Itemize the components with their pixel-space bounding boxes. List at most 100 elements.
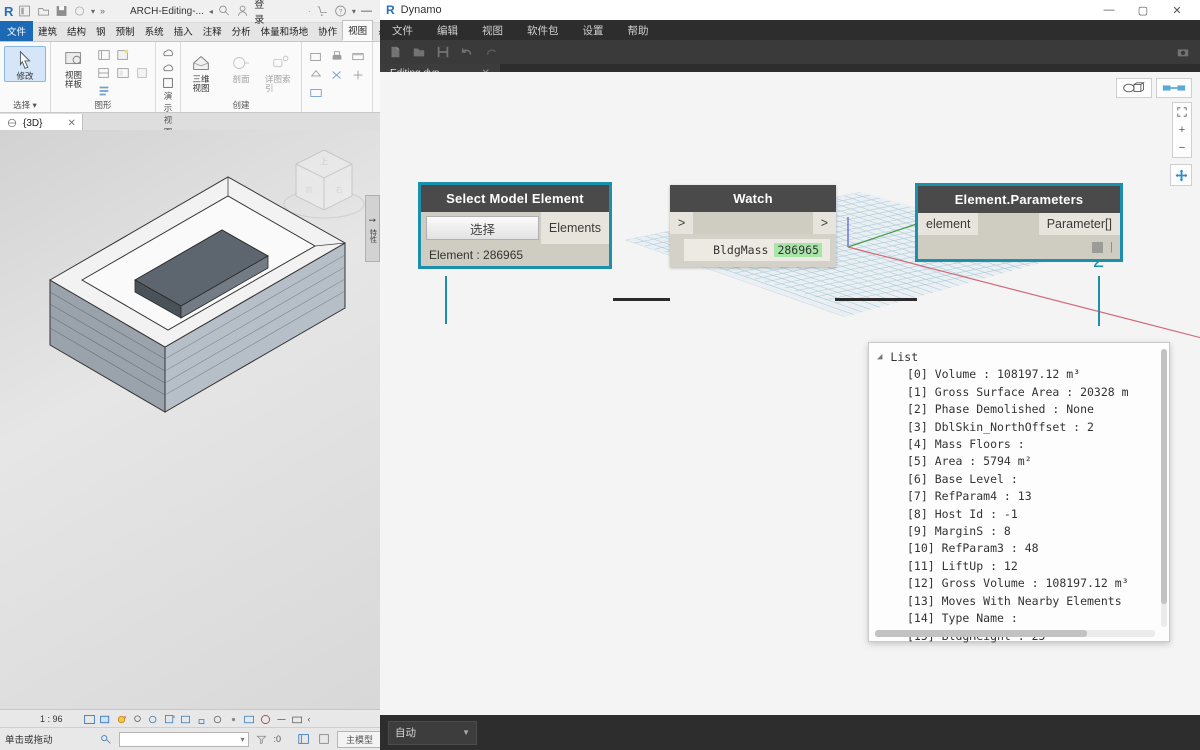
ribbon-tab-8[interactable]: 分析 <box>227 22 256 41</box>
maximize-button[interactable]: ▢ <box>1126 0 1160 20</box>
detail-level-icon[interactable] <box>83 713 96 726</box>
legend-icon[interactable] <box>306 84 326 101</box>
new-file-icon[interactable] <box>388 45 402 59</box>
building-mass-model[interactable] <box>10 140 370 440</box>
input-port[interactable]: > <box>670 212 693 234</box>
ribbon-tab-9[interactable]: 体量和场地 <box>256 22 314 41</box>
output-port[interactable]: > <box>813 212 836 234</box>
list-vertical-scroll-thumb[interactable] <box>1161 349 1167 604</box>
menu-item-5[interactable]: 帮助 <box>616 21 661 40</box>
save-icon[interactable] <box>55 4 68 18</box>
help-icon[interactable]: ? <box>334 4 347 18</box>
menu-item-0[interactable]: 文件 <box>380 21 425 40</box>
thin-lines-icon[interactable] <box>95 64 113 81</box>
zoom-fit-button[interactable] <box>1173 103 1191 121</box>
canvas-pan-button[interactable] <box>1170 164 1192 186</box>
home-icon[interactable] <box>18 4 31 18</box>
cloud-2-icon[interactable] <box>160 61 176 75</box>
ribbon-tab-2[interactable]: 结构 <box>62 22 91 41</box>
render-icon[interactable] <box>133 64 151 81</box>
select-button[interactable]: 选择 <box>426 216 539 240</box>
elevation-icon[interactable] <box>306 66 326 83</box>
input-port-element[interactable]: element <box>918 213 978 235</box>
view-template-button[interactable]: 视图 样板 <box>55 46 92 89</box>
menu-item-1[interactable]: 编辑 <box>425 21 470 40</box>
output-port-parameter-array[interactable]: Parameter[] <box>1039 213 1120 235</box>
frame-icon[interactable] <box>160 76 176 90</box>
revit-3d-viewport[interactable]: 上 前 右 <box>0 130 380 710</box>
active-design-option[interactable]: 主模型 <box>337 731 380 748</box>
constraints-icon[interactable] <box>275 713 288 726</box>
list-preview-panel[interactable]: ◢ List [0] Volume : 108197.12 m³[1] Gros… <box>868 342 1170 642</box>
camera-icon[interactable] <box>1176 45 1190 59</box>
modify-button[interactable]: 修改 <box>4 46 46 82</box>
ribbon-tab-3[interactable]: 钢 <box>91 22 111 41</box>
revit-properties-collapsed-panel[interactable]: ➙ 特性 <box>365 195 380 262</box>
user-icon[interactable] <box>236 4 249 18</box>
section-button[interactable]: 剖面 <box>225 50 257 84</box>
qat-more-icon[interactable]: » <box>100 6 105 16</box>
open-folder-icon[interactable] <box>412 45 426 59</box>
node-watch[interactable]: Watch > > BldgMass 286965 <box>670 185 836 267</box>
crop-view-icon[interactable]: x <box>163 713 176 726</box>
search-icon[interactable] <box>218 4 231 18</box>
run-mode-dropdown[interactable]: 自动 ▼ <box>388 721 477 745</box>
close-button[interactable]: ✕ <box>1160 0 1194 20</box>
menu-item-4[interactable]: 设置 <box>571 21 616 40</box>
list-horizontal-scroll-thumb[interactable] <box>875 630 1087 637</box>
callout-button[interactable]: 详图索引 <box>265 50 297 93</box>
close-icon[interactable]: ✕ <box>67 118 75 129</box>
redo-icon[interactable] <box>484 45 498 59</box>
press-drag-icon[interactable] <box>99 732 113 746</box>
graph-view-button[interactable] <box>1156 78 1192 98</box>
menu-item-2[interactable]: 视图 <box>470 21 515 40</box>
crop-region-icon[interactable] <box>179 713 192 726</box>
qat-dropdown-arrow[interactable]: ▾ <box>91 7 95 16</box>
filters-icon[interactable] <box>114 46 132 63</box>
sync-icon[interactable] <box>73 4 86 18</box>
sun-path-icon[interactable]: x <box>115 713 128 726</box>
zoom-in-button[interactable]: + <box>1173 121 1191 139</box>
node-select-model-element[interactable]: Select Model Element 选择 Elements Element… <box>421 185 609 266</box>
revit-minimize-button[interactable]: — <box>361 5 376 17</box>
view-scale-label[interactable]: 1 : 96 <box>40 714 63 724</box>
ribbon-tab-0[interactable]: 文件 <box>0 21 33 41</box>
shadows-icon[interactable] <box>131 713 144 726</box>
ribbon-tab-11[interactable]: 视图 <box>342 20 373 41</box>
exclude-options-icon[interactable] <box>317 732 331 746</box>
minimize-button[interactable]: — <box>1092 0 1126 20</box>
tile-icon[interactable] <box>348 48 368 65</box>
ribbon-tab-4[interactable]: 预制 <box>111 22 140 41</box>
open-icon[interactable] <box>37 4 50 18</box>
ribbon-tabs-overflow[interactable]: » <box>373 25 380 41</box>
preview-toggle-icon[interactable] <box>1092 242 1103 253</box>
workset-combobox[interactable]: ▾ <box>119 732 249 747</box>
dynamo-graph-canvas[interactable]: 1 2 Select Model Element 选择 Elements Ele… <box>380 72 1200 715</box>
worksharing-icon[interactable] <box>291 713 304 726</box>
undo-icon[interactable] <box>460 45 474 59</box>
ribbon-tab-6[interactable]: 插入 <box>169 22 198 41</box>
node-element-parameters[interactable]: Element.Parameters element Parameter[] | <box>918 186 1120 259</box>
three-d-view-button[interactable]: 三维 视图 <box>185 50 217 93</box>
scope-box-icon[interactable] <box>327 66 347 83</box>
list-icon[interactable] <box>95 82 113 99</box>
filter-icon[interactable] <box>255 733 268 746</box>
ribbon-tab-5[interactable]: 系统 <box>140 22 169 41</box>
list-vertical-scrollbar[interactable] <box>1161 349 1167 627</box>
help-dropdown-arrow[interactable]: ▾ <box>352 7 356 16</box>
design-options-icon[interactable] <box>297 732 311 746</box>
save-icon[interactable] <box>436 45 450 59</box>
plan-view-icon[interactable] <box>306 48 326 65</box>
cart-icon[interactable] <box>316 4 329 18</box>
menu-item-3[interactable]: 软件包 <box>515 21 571 40</box>
ribbon-tab-7[interactable]: 注释 <box>198 22 227 41</box>
render-dialog-icon[interactable] <box>147 713 160 726</box>
show-hidden-icon[interactable] <box>114 64 132 81</box>
visual-style-icon[interactable] <box>99 713 112 726</box>
unlock-3d-icon[interactable] <box>195 713 208 726</box>
ribbon-tab-10[interactable]: 协作 <box>313 22 342 41</box>
resize-grip-icon[interactable]: | <box>1110 241 1113 253</box>
view-control-more-icon[interactable]: ‹ <box>308 714 311 724</box>
collapse-caret-icon[interactable]: ◢ <box>877 349 882 366</box>
reveal-hidden-icon[interactable] <box>227 713 240 726</box>
